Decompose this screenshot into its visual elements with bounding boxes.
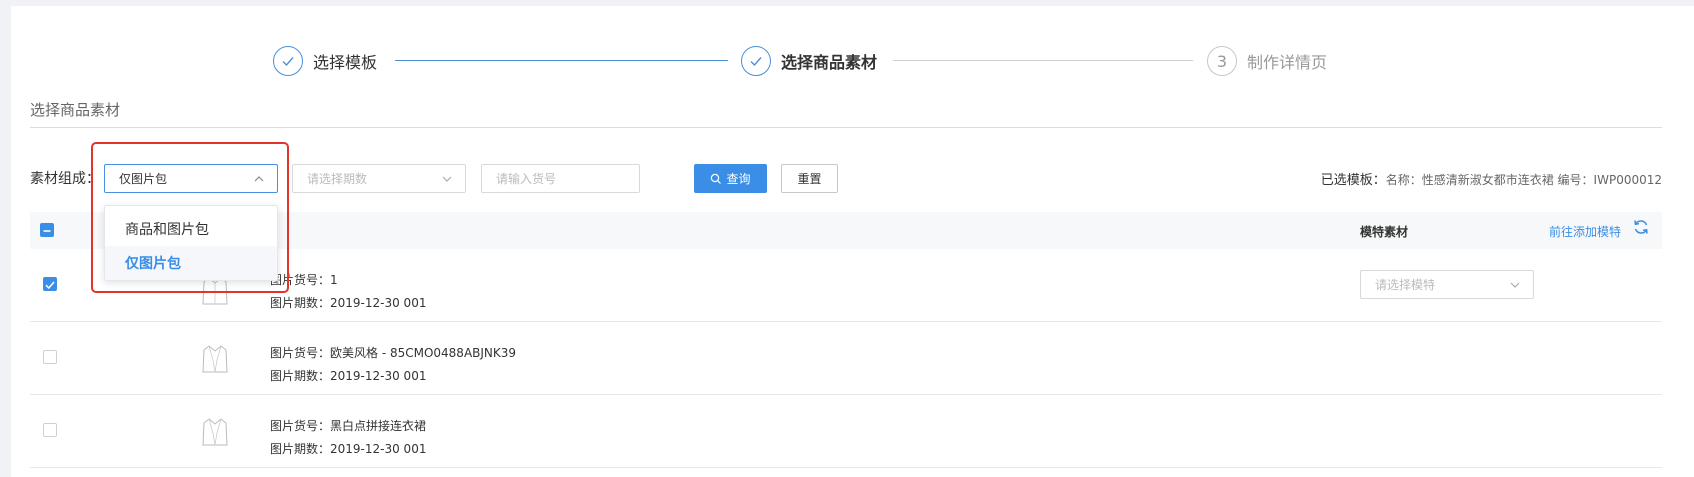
step-connector	[893, 60, 1193, 61]
step-select-material: 选择商品素材	[741, 46, 877, 76]
chevron-down-icon	[1510, 282, 1520, 288]
add-model-link[interactable]: 前往添加模特	[1549, 223, 1621, 240]
query-button[interactable]: 查询	[694, 164, 767, 193]
sku-input[interactable]: 请输入货号	[481, 164, 640, 193]
row-sku: 图片货号：黑白点拼接连衣裙	[270, 419, 427, 433]
row-period: 图片期数：2019-12-30 001	[270, 296, 427, 310]
step-make-detail-page: 3 制作详情页	[1207, 46, 1327, 76]
clothing-thumbnail-icon	[202, 345, 228, 373]
row-checkbox[interactable]	[43, 277, 57, 291]
model-select-placeholder: 请选择模特	[1375, 278, 1436, 292]
step-connector	[395, 60, 728, 61]
section-divider	[30, 127, 1662, 128]
row-period: 图片期数：2019-12-30 001	[270, 369, 427, 383]
row-period: 图片期数：2019-12-30 001	[270, 442, 427, 456]
row-divider	[30, 467, 1662, 468]
step-label: 选择模板	[313, 53, 378, 72]
check-icon	[741, 46, 771, 76]
row-sku: 图片货号：欧美风格 - 85CMO0488ABJNK39	[270, 346, 517, 360]
query-button-label: 查询	[726, 172, 751, 186]
clothing-thumbnail-icon	[202, 418, 228, 446]
composition-label: 素材组成：	[30, 171, 100, 187]
selected-template-detail: 名称：性感清新淑女都市连衣裙 编号：IWP000012	[1385, 173, 1662, 187]
row-checkbox[interactable]	[43, 350, 57, 364]
row-divider	[30, 321, 1662, 322]
reset-button[interactable]: 重置	[781, 164, 838, 193]
model-material-header: 模特素材	[1360, 225, 1409, 239]
row-checkbox[interactable]	[43, 423, 57, 437]
sku-input-placeholder: 请输入货号	[496, 172, 557, 186]
model-select[interactable]: 请选择模特	[1360, 270, 1534, 299]
reset-button-label: 重置	[797, 172, 822, 186]
step-label: 制作详情页	[1247, 53, 1328, 72]
step-select-template: 选择模板	[273, 46, 377, 76]
refresh-icon[interactable]	[1632, 218, 1650, 236]
section-title: 选择商品素材	[30, 101, 121, 119]
highlight-annotation-box	[91, 142, 289, 293]
select-all-checkbox[interactable]	[40, 223, 54, 237]
check-icon	[273, 46, 303, 76]
step-label: 选择商品素材	[781, 53, 878, 72]
selected-template-info: 已选模板：名称：性感清新淑女都市连衣裙 编号：IWP000012	[1321, 169, 1662, 188]
period-select-placeholder: 请选择期数	[307, 172, 368, 186]
chevron-down-icon	[442, 176, 452, 182]
selected-template-prefix: 已选模板：	[1320, 173, 1386, 188]
step-number: 3	[1207, 46, 1237, 76]
period-select[interactable]: 请选择期数	[292, 164, 466, 193]
search-icon	[711, 173, 722, 184]
row-divider	[30, 394, 1662, 395]
